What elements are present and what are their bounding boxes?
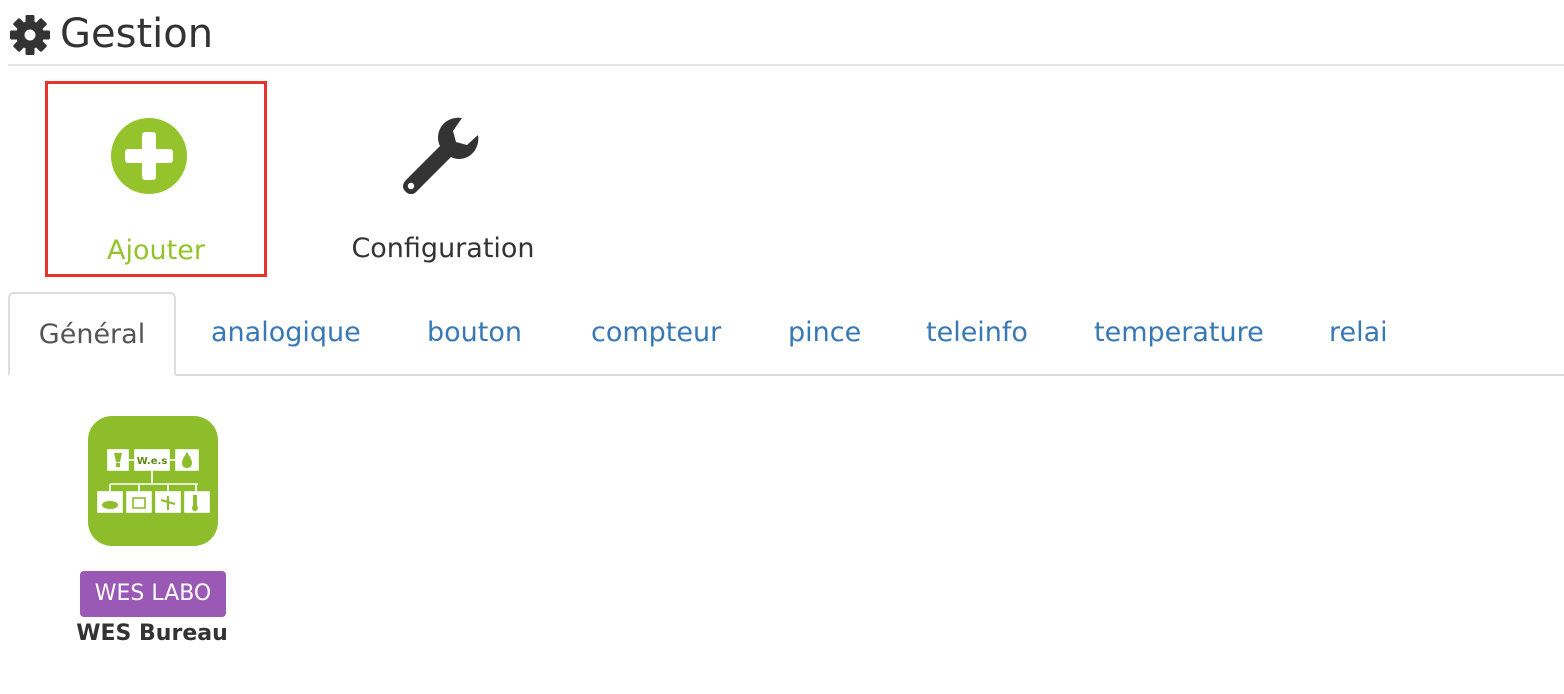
wes-plugin-logo: W.e.s [88,416,218,546]
tab-pince[interactable]: pince [788,292,861,376]
tab-relai[interactable]: relai [1329,292,1388,376]
add-label: Ajouter [107,235,205,266]
page-legend: Gestion [8,0,1564,66]
tab-general[interactable]: Général [8,292,176,376]
wrench-icon [403,117,479,194]
gear-icon [10,15,50,55]
page-title: Gestion [60,11,214,57]
object-badge: WES LABO [80,571,226,617]
equipment-card[interactable]: W.e.s WES LABO WES Bureau [60,414,244,654]
configuration-label: Configuration [351,233,535,264]
tab-temperature[interactable]: temperature [1094,292,1264,376]
equipment-name: WES Bureau [76,621,228,646]
equipment-tabs: Général analogique bouton compteur pince… [8,292,1564,376]
logo-text: W.e.s [137,456,168,467]
add-equipment-button[interactable]: Ajouter [45,81,267,277]
plus-circle-icon [111,118,187,194]
tab-compteur[interactable]: compteur [591,292,721,376]
configuration-button[interactable]: Configuration [330,84,560,274]
tab-teleinfo[interactable]: teleinfo [926,292,1028,376]
tab-bouton[interactable]: bouton [427,292,522,376]
tab-analogique[interactable]: analogique [211,292,361,376]
